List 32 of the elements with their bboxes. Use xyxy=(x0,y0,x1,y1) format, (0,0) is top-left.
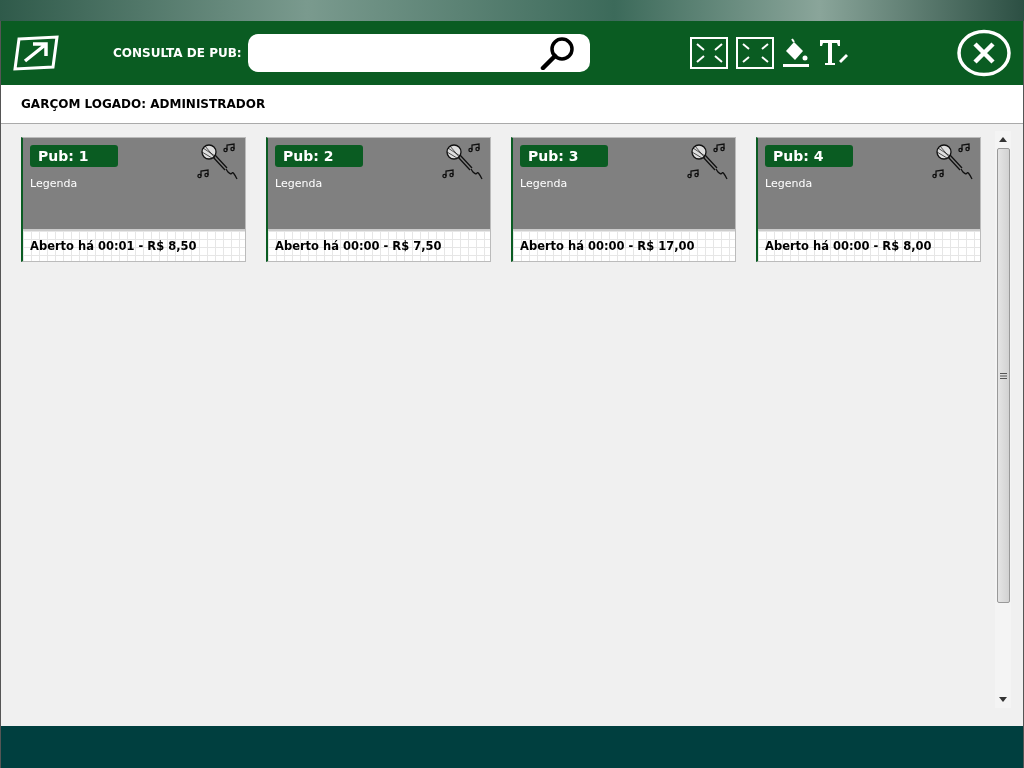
shrink-button[interactable] xyxy=(689,37,728,69)
pub-caption: Legenda xyxy=(275,177,324,190)
pub-title: Pub: 3 xyxy=(520,145,608,167)
scroll-up-icon xyxy=(999,137,1007,142)
pub-caption: Legenda xyxy=(30,177,79,190)
search-label: CONSULTA DE PUB: xyxy=(113,46,242,60)
pub-title: Pub: 1 xyxy=(30,145,118,167)
paint-bucket-icon xyxy=(781,37,810,69)
logo-icon xyxy=(13,35,61,71)
pub-status: Aberto há 00:01 - R$ 8,50 xyxy=(23,229,245,261)
search-icon xyxy=(539,36,576,70)
paint-bucket-button[interactable] xyxy=(781,37,810,69)
pub-card[interactable]: Pub: 2 Legenda Aberto há 00:00 - R$ 7,50 xyxy=(266,137,491,262)
pub-title: Pub: 2 xyxy=(275,145,363,167)
shrink-icon xyxy=(689,37,728,69)
pub-status: Aberto há 00:00 - R$ 17,00 xyxy=(513,229,735,261)
pub-status: Aberto há 00:00 - R$ 7,50 xyxy=(268,229,490,261)
close-button[interactable] xyxy=(957,29,1011,77)
pub-caption: Legenda xyxy=(520,177,569,190)
grip-icon xyxy=(999,372,1007,379)
pub-title: Pub: 4 xyxy=(765,145,853,167)
search-field[interactable] xyxy=(247,34,590,72)
pub-card[interactable]: Pub: 3 Legenda Aberto há 00:00 - R$ 17,00 xyxy=(511,137,736,262)
close-icon xyxy=(957,29,1011,77)
pub-status: Aberto há 00:00 - R$ 8,00 xyxy=(758,229,980,261)
pub-caption: Legenda xyxy=(765,177,814,190)
expand-button[interactable] xyxy=(735,37,774,69)
pub-card[interactable]: Pub: 1 Legenda Aberto há 00:01 - R$ 8,50 xyxy=(21,137,246,262)
scrollbar[interactable] xyxy=(995,131,1011,708)
pub-card[interactable]: Pub: 4 Legenda Aberto há 00:00 - R$ 8,00 xyxy=(756,137,981,262)
scroll-down-icon xyxy=(999,697,1007,702)
expand-icon xyxy=(735,37,774,69)
